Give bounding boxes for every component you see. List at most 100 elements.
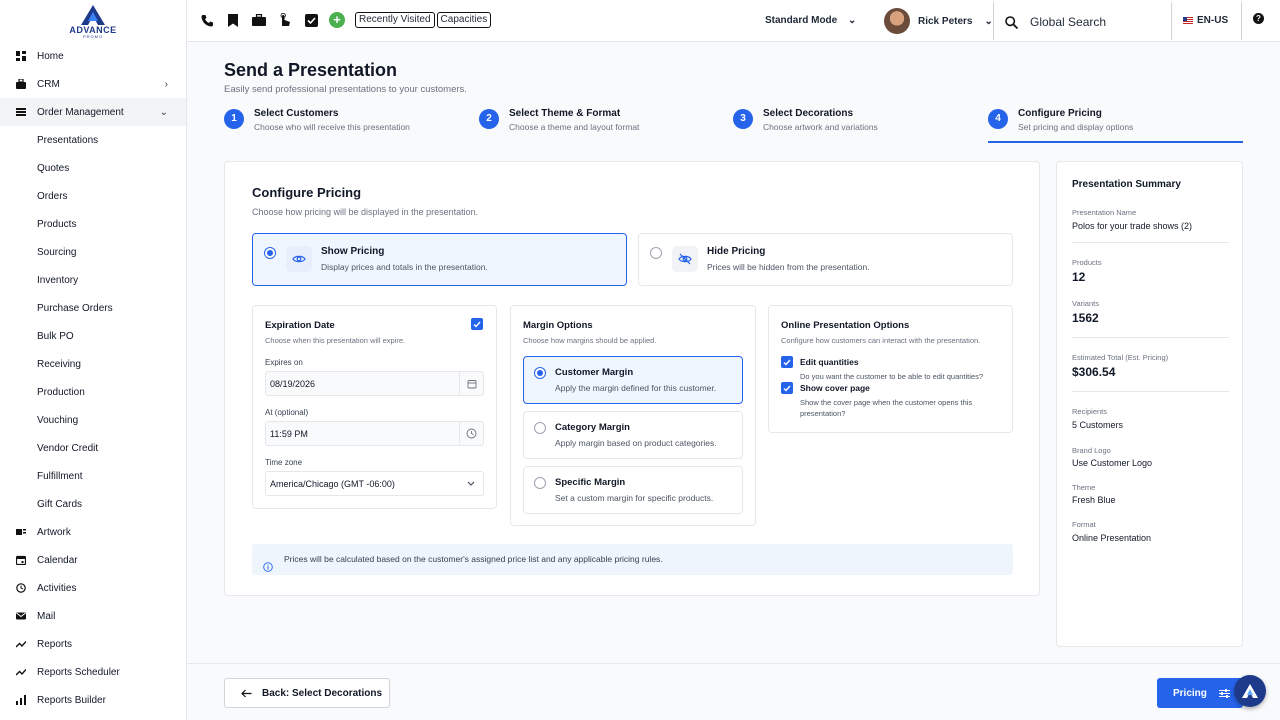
sidebar-item-products[interactable]: Products (0, 210, 186, 238)
sidebar-item-purchase-orders[interactable]: Purchase Orders (0, 294, 186, 322)
show-cover-checkbox[interactable] (781, 382, 793, 394)
sidebar-item-order-management[interactable]: Order Management ⌄ (0, 98, 186, 126)
sidebar-item-label: Sourcing (37, 246, 77, 258)
panel-title: Expiration Date (265, 320, 335, 331)
option-label: Edit quantities (800, 357, 859, 367)
sidebar-item-quotes[interactable]: Quotes (0, 154, 186, 182)
field-label: Expires on (265, 358, 303, 367)
main-content: Send a Presentation Easily send professi… (187, 42, 1280, 720)
us-flag-icon (1183, 17, 1193, 24)
bookmark-icon[interactable] (225, 12, 241, 28)
summary-label: Brand Logo (1072, 446, 1111, 455)
sidebar-item-vendor-credit[interactable]: Vendor Credit (0, 434, 186, 462)
add-icon[interactable]: + (329, 12, 345, 28)
recipients-value: 5 Customers (1072, 420, 1124, 430)
brand-logo[interactable]: ADVANCE PROMO (0, 0, 186, 42)
sidebar-item-orders[interactable]: Orders (0, 182, 186, 210)
help-icon[interactable]: ? (1253, 13, 1264, 24)
sidebar-item-production[interactable]: Production (0, 378, 186, 406)
sidebar-item-label: Purchase Orders (37, 302, 113, 314)
summary-label: Format (1072, 520, 1096, 529)
specific-margin-radio[interactable] (534, 477, 546, 489)
option-desc: Set a custom margin for specific product… (555, 493, 714, 503)
panel-title: Margin Options (523, 320, 593, 331)
summary-label: Recipients (1072, 407, 1108, 416)
step-select-customers[interactable]: 1 Select Customers Choose who will receiv… (224, 108, 410, 144)
step-desc: Choose a theme and layout format (509, 122, 640, 132)
sidebar-item-bulk-po[interactable]: Bulk PO (0, 322, 186, 350)
avatar (884, 8, 910, 34)
customer-margin-option[interactable]: Customer Margin Apply the margin defined… (523, 356, 743, 404)
global-search[interactable]: Global Search (1005, 15, 1106, 29)
option-title: Show Pricing (321, 246, 385, 257)
edit-quantities-checkbox[interactable] (781, 356, 793, 368)
sidebar-item-label: Artwork (37, 526, 71, 538)
sidebar-item-gift-cards[interactable]: Gift Cards (0, 490, 186, 518)
option-desc: Do you want the customer to be able to e… (800, 372, 984, 381)
estimated-total: $306.54 (1072, 365, 1116, 379)
category-margin-option[interactable]: Category Margin Apply margin based on pr… (523, 411, 743, 459)
expiration-time-input[interactable]: 11:59 PM (265, 421, 484, 446)
sidebar-item-fulfillment[interactable]: Fulfillment (0, 462, 186, 490)
step-title: Select Decorations (763, 108, 854, 119)
pricing-info-banner: Prices will be calculated based on the c… (252, 544, 1013, 575)
sidebar-item-label: Calendar (37, 554, 78, 566)
configure-pricing-card: Configure Pricing Choose how pricing wil… (224, 161, 1040, 596)
search-icon (1005, 15, 1018, 29)
phone-icon[interactable] (199, 12, 215, 28)
expiration-date-input[interactable]: 08/19/2026 (265, 371, 484, 396)
step-configure-pricing[interactable]: 4 Configure Pricing Set pricing and displ… (988, 108, 1133, 144)
sidebar-item-reports-scheduler[interactable]: Reports Scheduler (0, 658, 186, 686)
sidebar-item-sourcing[interactable]: Sourcing (0, 238, 186, 266)
step-select-decorations[interactable]: 3 Select Decorations Choose artwork and v… (733, 108, 878, 144)
show-pricing-radio[interactable] (264, 247, 276, 259)
expiration-checkbox[interactable] (471, 318, 483, 330)
sidebar-item-crm[interactable]: CRM › (0, 70, 186, 98)
option-title: Hide Pricing (707, 246, 766, 257)
clock-icon[interactable] (459, 422, 483, 445)
recently-visited-button[interactable]: Recently Visited (355, 12, 435, 28)
assistant-button[interactable] (1234, 675, 1266, 707)
step-title: Configure Pricing (1018, 108, 1102, 119)
briefcase-icon[interactable] (251, 12, 267, 28)
back-label: Back: Select Decorations (262, 687, 383, 699)
calendar-icon[interactable] (459, 372, 483, 395)
pricing-button[interactable]: Pricing (1157, 678, 1243, 708)
touch-icon[interactable] (277, 12, 293, 28)
back-button[interactable]: Back: Select Decorations (224, 678, 390, 708)
customer-margin-radio[interactable] (534, 367, 546, 379)
show-pricing-option[interactable]: Show Pricing Display prices and totals i… (252, 233, 627, 286)
sidebar-item-vouching[interactable]: Vouching (0, 406, 186, 434)
step-desc: Set pricing and display options (1018, 122, 1134, 132)
step-desc: Choose who will receive this presentatio… (254, 122, 410, 132)
hide-pricing-radio[interactable] (650, 247, 662, 259)
sidebar-item-label: Order Management (37, 106, 124, 118)
specific-margin-option[interactable]: Specific Margin Set a custom margin for … (523, 466, 743, 514)
sidebar-item-receiving[interactable]: Receiving (0, 350, 186, 378)
user-name: Rick Peters (918, 15, 973, 27)
summary-label: Products (1072, 258, 1102, 267)
user-menu[interactable]: Rick Peters ⌄ (884, 8, 993, 34)
sidebar-item-calendar[interactable]: Calendar (0, 546, 186, 574)
logo-mark-icon (1242, 684, 1258, 698)
sidebar-item-home[interactable]: Home (0, 42, 186, 70)
sidebar-item-reports[interactable]: Reports (0, 630, 186, 658)
locale-selector[interactable]: EN-US (1183, 15, 1228, 26)
sidebar-item-activities[interactable]: Activities (0, 574, 186, 602)
checkbox-icon[interactable] (303, 12, 319, 28)
step-select-theme[interactable]: 2 Select Theme & Format Choose a theme an… (479, 108, 639, 144)
hide-pricing-option[interactable]: Hide Pricing Prices will be hidden from … (638, 233, 1013, 286)
sidebar-item-presentations[interactable]: Presentations (0, 126, 186, 154)
category-margin-radio[interactable] (534, 422, 546, 434)
sidebar-item-mail[interactable]: Mail (0, 602, 186, 630)
timezone-select[interactable]: America/Chicago (GMT -06:00) (265, 471, 484, 496)
summary-label: Estimated Total (Est. Pricing) (1072, 353, 1169, 362)
sidebar-item-artwork[interactable]: Artwork (0, 518, 186, 546)
option-desc: Display prices and totals in the present… (321, 262, 488, 272)
capacities-button[interactable]: Capacities (436, 12, 492, 28)
summary-title: Presentation Summary (1072, 179, 1181, 190)
mode-label: Standard Mode (765, 15, 838, 26)
sidebar-item-reports-builder[interactable]: Reports Builder (0, 686, 186, 714)
sidebar-item-inventory[interactable]: Inventory (0, 266, 186, 294)
mode-selector[interactable]: Standard Mode ⌄ (765, 15, 856, 26)
